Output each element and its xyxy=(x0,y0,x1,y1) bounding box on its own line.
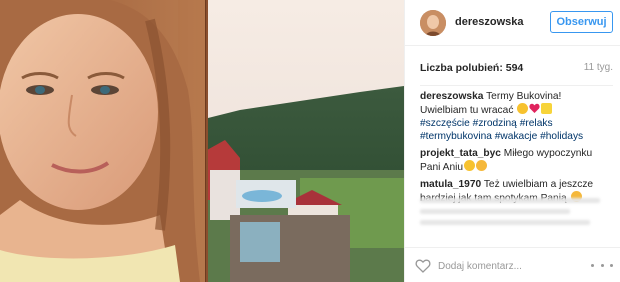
caption-comment: dereszowska Termy Bukovina! Uwielbiam tu… xyxy=(420,90,613,143)
post-time[interactable]: 11 tyg. xyxy=(584,62,613,73)
avatar-image xyxy=(420,10,446,36)
sparkle-emoji-icon xyxy=(541,103,553,114)
divider xyxy=(420,85,613,86)
comment-username[interactable]: projekt_tata_byc xyxy=(420,148,501,159)
blurred-line xyxy=(420,220,590,225)
comment-username[interactable]: matula_1970 xyxy=(420,179,481,190)
hashtag-link[interactable]: #termybukovina xyxy=(420,131,492,142)
likes-count[interactable]: Liczba polubień: 594 xyxy=(420,62,523,74)
post-photo[interactable] xyxy=(0,0,404,282)
more-options-icon[interactable] xyxy=(591,257,613,273)
post-sidebar: dereszowska Obserwuj Liczba polubień: 59… xyxy=(404,0,620,282)
avatar[interactable] xyxy=(420,10,446,36)
selfie-photo xyxy=(0,0,404,282)
blurred-line xyxy=(420,209,570,214)
dot xyxy=(610,263,613,267)
header-username[interactable]: dereszowska xyxy=(455,16,523,28)
comment-username[interactable]: dereszowska xyxy=(420,91,483,102)
red-heart-emoji-icon xyxy=(529,103,540,114)
hashtag-link[interactable]: #holidays xyxy=(540,131,583,142)
comments-list: dereszowska Termy Bukovina! Uwielbiam tu… xyxy=(420,90,613,209)
post-header: dereszowska Obserwuj xyxy=(405,0,620,46)
blurred-line xyxy=(420,198,600,203)
heart-outline-icon[interactable] xyxy=(415,258,431,274)
likes-row: Liczba polubień: 594 11 tyg. xyxy=(420,62,613,78)
comment-item: projekt_tata_byc Miłego wypoczynku Pani … xyxy=(420,147,613,174)
hashtag-link[interactable]: #zrodziną xyxy=(473,118,517,129)
instagram-post: dereszowska Obserwuj Liczba polubień: 59… xyxy=(0,0,620,282)
wink-emoji-icon xyxy=(464,160,476,171)
post-footer xyxy=(405,247,620,282)
dot xyxy=(600,263,604,267)
caption-text-line2: Uwielbiam tu wracać xyxy=(420,105,517,116)
dot xyxy=(591,263,594,267)
blurred-comments xyxy=(420,198,613,231)
kiss-emoji-icon xyxy=(476,160,488,171)
caption-text-line1: Termy Bukovina! xyxy=(483,91,562,102)
follow-button[interactable]: Obserwuj xyxy=(550,11,613,33)
hashtag-link[interactable]: #szczęście xyxy=(420,118,470,129)
comment-input[interactable] xyxy=(438,257,578,275)
smile-emoji-icon xyxy=(517,103,529,114)
hashtag-link[interactable]: #wakacje xyxy=(495,131,537,142)
hashtag-link[interactable]: #relaks xyxy=(520,118,553,129)
